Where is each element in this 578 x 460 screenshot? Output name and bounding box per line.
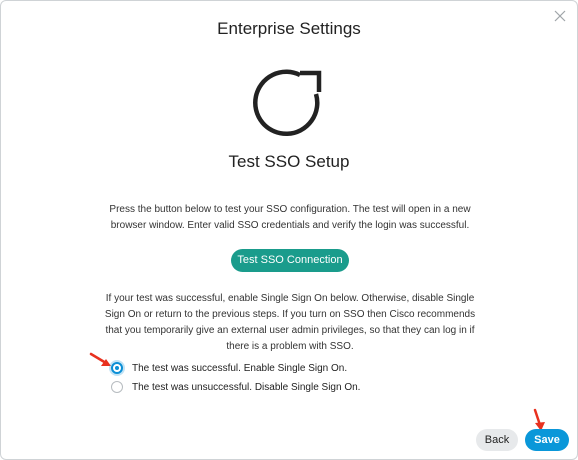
radio-option-enable-sso[interactable]: The test was successful. Enable Single S…	[111, 361, 347, 375]
radio-option-disable-sso[interactable]: The test was unsuccessful. Disable Singl…	[111, 380, 360, 394]
save-button[interactable]: Save	[525, 429, 569, 451]
radio-button-selected[interactable]	[111, 362, 123, 374]
section-subtitle: Test SSO Setup	[228, 152, 350, 171]
enterprise-settings-dialog: Enterprise Settings Test SSO Setup Press…	[0, 0, 578, 460]
dialog-title: Enterprise Settings	[217, 19, 361, 38]
test-description: Press the button below to test your SSO …	[109, 204, 471, 231]
radio-option-label: The test was unsuccessful. Disable Singl…	[132, 381, 361, 393]
radio-option-label: The test was successful. Enable Single S…	[132, 362, 348, 374]
radio-button[interactable]	[111, 381, 123, 393]
sso-info-text: If your test was successful, enable Sing…	[104, 293, 476, 352]
annotation-arrow-icon	[89, 352, 111, 366]
refresh-icon	[253, 69, 322, 136]
back-button[interactable]: Back	[476, 429, 518, 451]
test-sso-connection-button[interactable]: Test SSO Connection	[231, 249, 349, 272]
